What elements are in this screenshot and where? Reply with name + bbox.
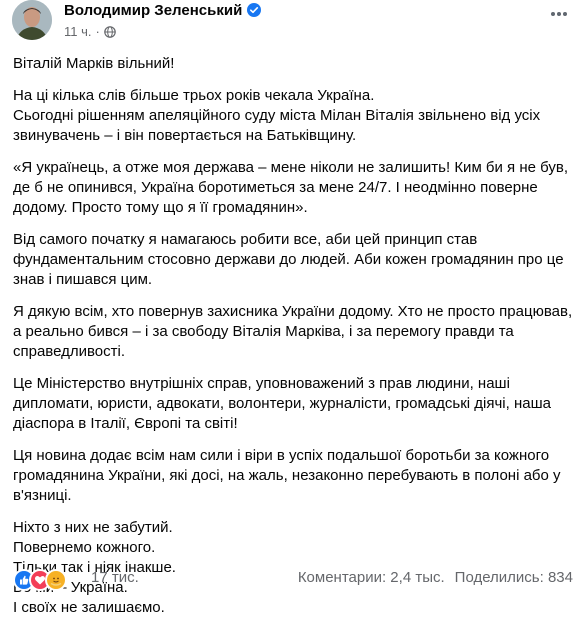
care-emoji-icon xyxy=(45,569,67,591)
post-text-line: громадянина України, які досі, на жаль, … xyxy=(13,467,561,484)
reactions-count[interactable]: 17 тис. xyxy=(91,569,139,586)
meta-separator: · xyxy=(95,24,100,39)
more-options-icon[interactable] xyxy=(545,4,573,32)
post-text-line: звинувачень – і він повертається на Бать… xyxy=(13,127,357,144)
post-footer: 17 тис. Коментарии: 2,4 тыс. Поделились: … xyxy=(13,569,573,591)
post-text-line: Повернемо кожного. xyxy=(13,539,156,556)
post-text-line: фундаментальним стосовно держави до люде… xyxy=(13,251,564,268)
globe-icon[interactable] xyxy=(104,26,116,38)
post-paragraph: Це Міністерство внутрішніх справ, уповно… xyxy=(13,374,573,434)
post-paragraph: Ця новина додає всім нам сили і віри в у… xyxy=(13,446,573,506)
post-paragraph: Ніхто з них не забутий. Повернемо кожного… xyxy=(13,518,573,618)
post-paragraph: Від самого початку я намагаюсь робити вс… xyxy=(13,230,573,290)
post-text-line: знав і пишався цим. xyxy=(13,271,153,288)
reactions-icons[interactable] xyxy=(13,569,73,591)
post-text-line: де б не опинився, Україна боротиметься з… xyxy=(13,179,538,196)
author-name[interactable]: Володимир Зеленський xyxy=(64,2,242,19)
post-text-line: додому. Просто тому що я її громадянин». xyxy=(13,199,308,216)
post-text-line: Від самого початку я намагаюсь робити вс… xyxy=(13,231,478,248)
post-header: Володимир Зеленський 11 ч. · xyxy=(8,0,575,44)
post-text-line: І своїх не залишаємо. xyxy=(13,599,165,616)
author-name-row: Володимир Зеленський xyxy=(64,2,262,19)
post-text-line: Віталій Марків вільний! xyxy=(13,55,175,72)
post-text-line: в'язниці. xyxy=(13,487,72,504)
post-text-line: дипломати, юристи, адвокати, волонтери, … xyxy=(13,395,551,412)
post-text-line: На ці кілька слів більше трьох років чек… xyxy=(13,87,375,104)
post-text-line: Ніхто з них не забутий. xyxy=(13,519,173,536)
post-text-line: а реально бився – і за свободу Віталія М… xyxy=(13,323,514,340)
post-paragraph: Я дякую всім, хто повернув захисника Укр… xyxy=(13,302,573,362)
avatar-image xyxy=(12,0,52,40)
post-paragraph: «Я українець, а отже моя держава – мене … xyxy=(13,158,573,218)
shares-count[interactable]: Поделились: 834 xyxy=(455,569,573,586)
engagement-stats: Коментарии: 2,4 тыс. Поделились: 834 xyxy=(298,569,573,586)
author-avatar[interactable] xyxy=(12,0,52,40)
verified-badge-icon xyxy=(247,3,262,17)
post-text-line: «Я українець, а отже моя держава – мене … xyxy=(13,159,569,176)
post-paragraph: На ці кілька слів більше трьох років чек… xyxy=(13,86,573,146)
post-text-line: Сьогодні рішенням апеляційного суду міст… xyxy=(13,107,541,124)
post-time[interactable]: 11 ч. xyxy=(64,24,92,39)
post-paragraph: Віталій Марків вільний! xyxy=(13,54,573,74)
post-text-line: Ця новина додає всім нам сили і віри в у… xyxy=(13,447,550,464)
post-text: Віталій Марків вільний! На ці кілька слів… xyxy=(13,54,573,630)
post-text-line: Я дякую всім, хто повернув захисника Укр… xyxy=(13,303,573,320)
post-meta: 11 ч. · xyxy=(64,24,116,39)
facebook-post: Володимир Зеленський 11 ч. · Віталій Марк… xyxy=(0,0,583,616)
post-text-line: діаспора в Італії, Європі та світі! xyxy=(13,415,238,432)
post-text-line: Це Міністерство внутрішніх справ, уповно… xyxy=(13,375,510,392)
post-text-line: справедливості. xyxy=(13,343,126,360)
comments-count[interactable]: Коментарии: 2,4 тыс. xyxy=(298,569,445,586)
